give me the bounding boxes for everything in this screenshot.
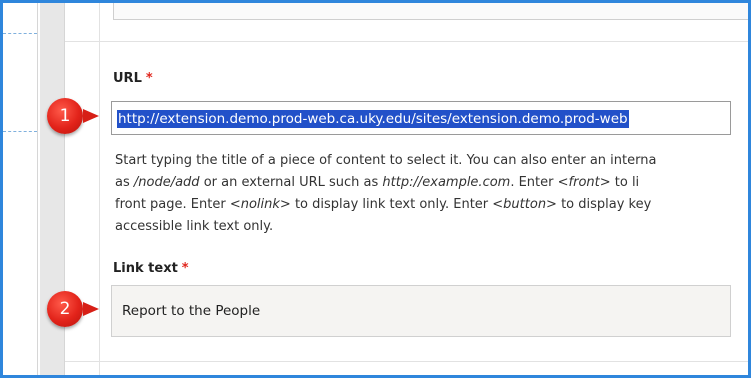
callout-pointer-1	[83, 109, 99, 123]
gutter-dash-middle	[3, 131, 37, 132]
previous-field-input[interactable]	[113, 3, 748, 20]
url-help-text: Start typing the title of a piece of con…	[115, 150, 735, 238]
screenshot-frame: URL * http://extension.demo.prod-web.ca.u…	[0, 0, 751, 378]
link-text-label: Link text *	[113, 261, 189, 276]
inner-divider	[99, 3, 100, 375]
help-line: Start typing the title of a piece of con…	[115, 153, 657, 168]
section-separator-top	[65, 41, 748, 42]
required-marker: *	[145, 71, 153, 86]
callout-number: 1	[59, 106, 71, 126]
url-label-text: URL	[113, 71, 142, 86]
help-line: as /node/add or an external URL such as …	[115, 175, 640, 190]
help-line: accessible link text only.	[115, 219, 274, 234]
url-input[interactable]: http://extension.demo.prod-web.ca.uky.ed…	[111, 101, 731, 135]
left-gutter	[3, 3, 40, 375]
gutter-divider	[37, 3, 38, 375]
required-marker: *	[181, 261, 189, 276]
link-text-label-text: Link text	[113, 261, 178, 276]
callout-pointer-2	[83, 302, 99, 316]
help-line: front page. Enter <nolink> to display li…	[115, 197, 652, 212]
callout-badge-2: 2	[47, 291, 83, 327]
gutter-dash-top	[3, 33, 37, 34]
section-separator-bottom	[65, 361, 748, 362]
link-text-value: Report to the People	[122, 303, 261, 319]
form-content: URL * http://extension.demo.prod-web.ca.u…	[65, 3, 748, 375]
callout-badge-1: 1	[47, 98, 83, 134]
url-label: URL *	[113, 71, 153, 86]
link-text-input[interactable]: Report to the People	[111, 285, 731, 337]
url-input-value: http://extension.demo.prod-web.ca.uky.ed…	[117, 110, 629, 128]
callout-number: 2	[59, 299, 71, 319]
